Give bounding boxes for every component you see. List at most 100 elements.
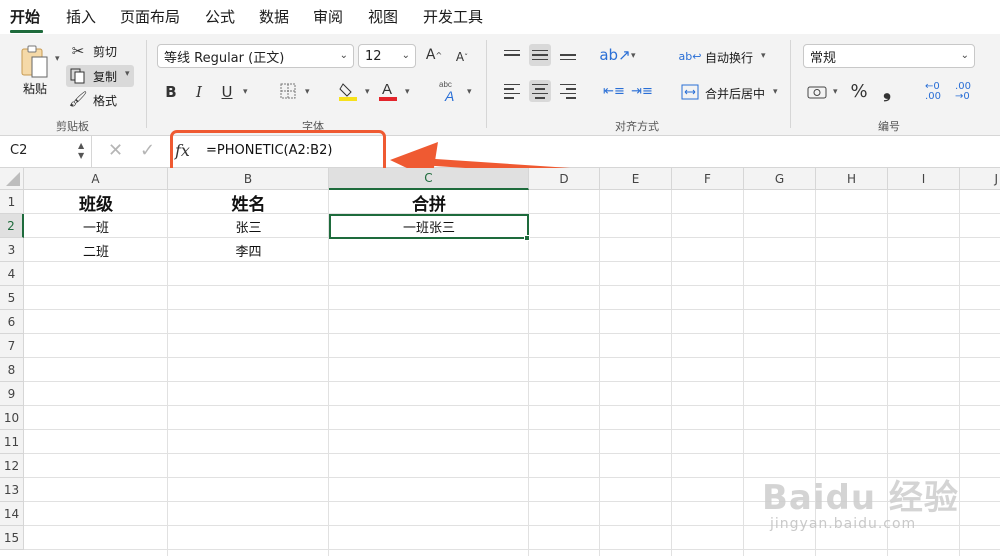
name-box[interactable]: C2 ▲ ▼ bbox=[0, 136, 92, 168]
row-header[interactable]: 7 bbox=[0, 334, 24, 358]
merge-dropdown-icon[interactable]: ▾ bbox=[773, 87, 778, 97]
column-header[interactable]: E bbox=[600, 168, 672, 190]
alignment-group-label: 对齐方式 bbox=[615, 120, 659, 133]
decrease-font-size-icon[interactable]: Aˇ bbox=[452, 47, 472, 67]
chevron-down-icon: ⌄ bbox=[339, 50, 348, 61]
row-header[interactable]: 2 bbox=[0, 214, 24, 238]
row-header[interactable]: 9 bbox=[0, 382, 24, 406]
column-header[interactable]: B bbox=[168, 168, 329, 190]
column-header[interactable]: I bbox=[888, 168, 960, 190]
scissors-icon[interactable]: ✂ bbox=[68, 42, 88, 60]
number-format-select[interactable]: 常规 ⌄ bbox=[803, 44, 975, 68]
borders-dropdown-icon[interactable]: ▾ bbox=[305, 87, 310, 97]
cell-A1[interactable]: 班级 bbox=[24, 190, 168, 215]
italic-button[interactable]: I bbox=[190, 82, 208, 102]
increase-font-size-icon[interactable]: A ^ bbox=[424, 45, 444, 65]
format-painter-icon[interactable]: 🖌 bbox=[68, 89, 88, 109]
increase-indent-icon[interactable]: ⇥≡ bbox=[631, 80, 653, 102]
accounting-format-icon[interactable] bbox=[806, 81, 828, 103]
select-all-corner[interactable] bbox=[0, 168, 24, 190]
tab-view[interactable]: 视图 bbox=[368, 6, 398, 27]
fill-handle[interactable] bbox=[524, 235, 530, 241]
paste-button[interactable]: 粘贴 bbox=[23, 80, 47, 97]
enter-check-icon[interactable]: ✓ bbox=[140, 140, 155, 161]
tab-formulas[interactable]: 公式 bbox=[205, 6, 235, 27]
font-size-select[interactable]: 12 ⌄ bbox=[358, 44, 416, 68]
row-header[interactable]: 6 bbox=[0, 310, 24, 334]
tab-home[interactable]: 开始 bbox=[10, 6, 40, 27]
bold-button[interactable]: B bbox=[162, 82, 180, 102]
copy-dropdown-icon[interactable]: ▾ bbox=[125, 69, 130, 79]
decrease-indent-icon[interactable]: ⇤≡ bbox=[603, 80, 625, 102]
clipboard-group-label: 剪贴板 bbox=[56, 120, 89, 133]
wrap-text-dropdown-icon[interactable]: ▾ bbox=[761, 51, 766, 61]
tab-insert[interactable]: 插入 bbox=[66, 6, 96, 27]
row-header[interactable]: 14 bbox=[0, 502, 24, 526]
row-header[interactable]: 1 bbox=[0, 190, 24, 214]
phonetic-guide-icon[interactable]: abc A bbox=[436, 78, 460, 104]
cancel-icon[interactable]: ✕ bbox=[108, 140, 123, 161]
align-left-icon[interactable] bbox=[501, 80, 523, 102]
column-header[interactable]: J bbox=[960, 168, 1000, 190]
cut-button[interactable]: 剪切 bbox=[93, 43, 117, 60]
cell-B1[interactable]: 姓名 bbox=[168, 190, 329, 215]
copy-icon[interactable] bbox=[68, 66, 88, 86]
fill-color-icon[interactable] bbox=[338, 80, 358, 102]
column-header[interactable]: F bbox=[672, 168, 744, 190]
row-header[interactable]: 15 bbox=[0, 526, 24, 550]
column-header[interactable]: C bbox=[329, 168, 529, 190]
column-header[interactable]: H bbox=[816, 168, 888, 190]
font-color-dropdown-icon[interactable]: ▾ bbox=[405, 87, 410, 97]
increase-decimal-icon[interactable]: ←0.00 bbox=[920, 80, 946, 104]
wrap-text-icon[interactable]: ab↩ bbox=[679, 46, 702, 66]
orientation-icon[interactable]: ab↗ bbox=[599, 44, 630, 66]
comma-style-button[interactable]: ❟ bbox=[876, 78, 898, 102]
phonetic-dropdown-icon[interactable]: ▾ bbox=[467, 87, 472, 97]
format-painter-button[interactable]: 格式 bbox=[93, 92, 117, 109]
column-header[interactable]: A bbox=[24, 168, 168, 190]
cell-B2[interactable]: 张三 bbox=[168, 214, 329, 238]
tab-page-layout[interactable]: 页面布局 bbox=[120, 6, 180, 27]
percent-button[interactable]: % bbox=[848, 80, 870, 102]
font-color-icon[interactable]: A bbox=[378, 79, 398, 103]
row-header[interactable]: 3 bbox=[0, 238, 24, 262]
align-middle-icon[interactable] bbox=[529, 44, 551, 66]
accounting-dropdown-icon[interactable]: ▾ bbox=[833, 87, 838, 97]
row-header[interactable]: 8 bbox=[0, 358, 24, 382]
row-header[interactable]: 13 bbox=[0, 478, 24, 502]
decrease-decimal-icon[interactable]: .00 →0 bbox=[950, 80, 976, 104]
align-bottom-icon[interactable] bbox=[557, 44, 579, 66]
orientation-dropdown-icon[interactable]: ▾ bbox=[631, 51, 636, 61]
watermark-logo: Baidu 经验 bbox=[762, 478, 959, 518]
cell-A3[interactable]: 二班 bbox=[24, 238, 168, 262]
copy-button[interactable]: 复制 bbox=[93, 68, 117, 85]
merge-center-icon[interactable] bbox=[680, 82, 700, 102]
underline-dropdown-icon[interactable]: ▾ bbox=[243, 87, 248, 97]
fill-color-dropdown-icon[interactable]: ▾ bbox=[365, 87, 370, 97]
name-box-stepper-icon[interactable]: ▲ ▼ bbox=[78, 141, 84, 161]
align-top-icon[interactable] bbox=[501, 44, 523, 66]
tab-data[interactable]: 数据 bbox=[259, 6, 289, 27]
align-center-icon[interactable] bbox=[529, 80, 551, 102]
row-header[interactable]: 4 bbox=[0, 262, 24, 286]
cell-C1[interactable]: 合拼 bbox=[329, 190, 529, 215]
column-header[interactable]: D bbox=[529, 168, 600, 190]
column-header[interactable]: G bbox=[744, 168, 816, 190]
row-header[interactable]: 10 bbox=[0, 406, 24, 430]
wrap-text-button[interactable]: 自动换行 bbox=[705, 49, 753, 66]
tab-review[interactable]: 审阅 bbox=[313, 6, 343, 27]
underline-button[interactable]: U bbox=[218, 82, 236, 102]
number-group-label: 编号 bbox=[878, 120, 900, 133]
align-right-icon[interactable] bbox=[557, 80, 579, 102]
paste-icon[interactable] bbox=[16, 42, 52, 82]
borders-icon[interactable] bbox=[278, 81, 298, 101]
merge-center-button[interactable]: 合并后居中 bbox=[705, 85, 765, 102]
tab-developer[interactable]: 开发工具 bbox=[423, 6, 483, 27]
paste-dropdown-icon[interactable]: ▾ bbox=[55, 54, 60, 64]
row-header[interactable]: 5 bbox=[0, 286, 24, 310]
row-header[interactable]: 11 bbox=[0, 430, 24, 454]
cell-B3[interactable]: 李四 bbox=[168, 238, 329, 262]
font-name-select[interactable]: 等线 Regular (正文) ⌄ bbox=[157, 44, 354, 68]
row-header[interactable]: 12 bbox=[0, 454, 24, 478]
cell-A2[interactable]: 一班 bbox=[24, 214, 168, 238]
